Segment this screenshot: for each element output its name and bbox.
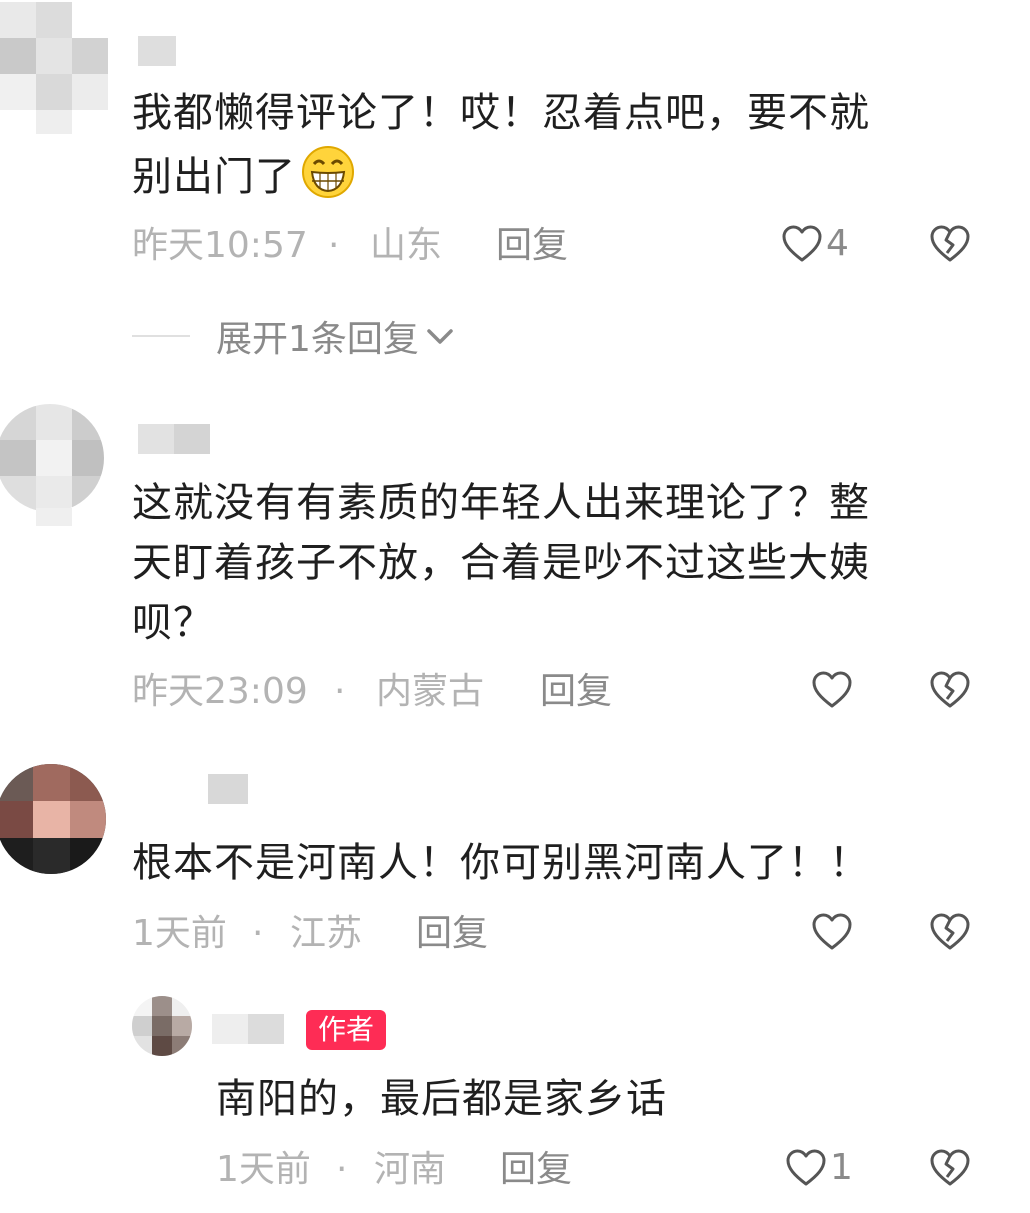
broken-heart-icon — [930, 225, 970, 262]
avatar-blurred[interactable] — [132, 996, 192, 1056]
meta-separator: · — [334, 671, 346, 712]
username-blurred[interactable] — [138, 424, 210, 454]
expand-replies-button[interactable]: 展开1条回复 — [132, 310, 457, 362]
author-badge: 作者 — [306, 1010, 387, 1050]
divider-line — [132, 335, 190, 337]
reply-button[interactable]: 回复 — [540, 670, 612, 714]
comment-text-line: 呗？ — [132, 600, 214, 646]
broken-heart-icon — [930, 671, 970, 708]
like-button[interactable]: 1 — [784, 1146, 853, 1190]
heart-outline-icon — [812, 671, 852, 708]
heart-outline-icon — [782, 225, 822, 262]
like-count: 1 — [830, 1147, 853, 1188]
avatar-blurred[interactable] — [0, 404, 110, 526]
reply-location: 河南 — [374, 1149, 447, 1190]
username-blurred[interactable] — [138, 36, 176, 66]
meta-separator: · — [328, 225, 340, 266]
reply-button[interactable]: 回复 — [496, 224, 568, 268]
reply-button[interactable]: 回复 — [500, 1148, 572, 1192]
comment-time: 昨天10:57 — [132, 225, 308, 266]
heart-outline-icon — [812, 913, 852, 950]
like-button[interactable] — [810, 910, 856, 954]
dislike-button[interactable] — [928, 668, 972, 716]
reply-time: 1天前 — [216, 1149, 311, 1190]
dislike-button[interactable] — [928, 222, 972, 270]
comment-location: 内蒙古 — [376, 671, 485, 712]
heart-outline-icon — [786, 1149, 826, 1186]
grinning-face-emoji — [302, 146, 354, 198]
username-blurred[interactable] — [208, 774, 248, 804]
broken-heart-icon — [930, 1149, 970, 1186]
comment-text-line: 我都懒得评论了！哎！忍着点吧，要不就 — [132, 90, 870, 136]
meta-separator: · — [336, 1149, 348, 1190]
chevron-down-icon — [427, 329, 453, 344]
expand-replies-label: 展开1条回复 — [216, 319, 419, 360]
comment-text-line: 根本不是河南人！你可别黑河南人了！！ — [132, 840, 870, 886]
comment-time: 昨天23:09 — [132, 671, 308, 712]
dislike-button[interactable] — [928, 910, 972, 958]
comment-location: 山东 — [370, 225, 443, 266]
comment-location: 江苏 — [290, 913, 363, 954]
broken-heart-icon — [930, 913, 970, 950]
comment-text-line: 这就没有有素质的年轻人出来理论了？整 — [132, 480, 870, 526]
comment-text-line: 别出门了 — [132, 144, 356, 206]
comment-text-line: 天盯着孩子不放，合着是吵不过这些大姨 — [132, 540, 870, 586]
like-count: 4 — [826, 223, 849, 264]
avatar-blurred[interactable] — [0, 2, 110, 134]
username-blurred[interactable] — [212, 1014, 284, 1044]
meta-separator: · — [252, 913, 264, 954]
comment-text-fragment: 别出门了 — [132, 154, 296, 200]
like-button[interactable]: 4 — [780, 222, 849, 266]
comment-time: 1天前 — [132, 913, 227, 954]
reply-text: 南阳的，最后都是家乡话 — [216, 1076, 667, 1122]
dislike-button[interactable] — [928, 1146, 972, 1194]
reply-button[interactable]: 回复 — [416, 912, 488, 956]
avatar-blurred[interactable] — [0, 764, 106, 874]
like-button[interactable] — [810, 668, 856, 712]
